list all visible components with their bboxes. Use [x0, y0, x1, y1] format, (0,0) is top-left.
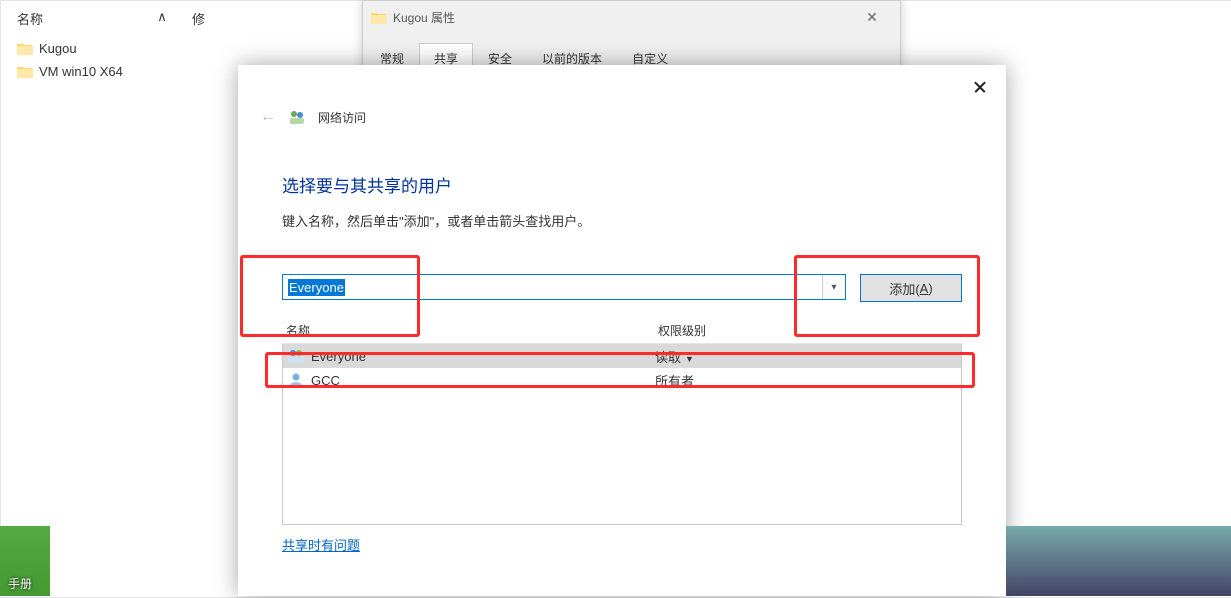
user-combobox[interactable]: Everyone ▾: [282, 274, 846, 300]
folder-name: VM win10 X64: [39, 64, 123, 79]
properties-dialog: Kugou 属性 ✕ 常规 共享 安全 以前的版本 自定义: [362, 0, 901, 75]
sharing-help-link[interactable]: 共享时有问题: [282, 535, 360, 554]
share-subtext: 键入名称，然后单击"添加"，或者单击箭头查找用户。: [282, 211, 962, 230]
user-input[interactable]: Everyone: [283, 275, 822, 299]
taskbar-item-label: 手册: [8, 575, 32, 592]
group-icon: [287, 348, 305, 364]
share-titlebar[interactable]: [238, 65, 1006, 100]
column-modified-header[interactable]: 修: [172, 9, 372, 28]
chevron-down-icon[interactable]: ▾: [822, 275, 845, 299]
folder-icon: [17, 42, 33, 55]
sort-chevron-icon[interactable]: ∧: [152, 9, 172, 28]
user-input-value: Everyone: [288, 279, 345, 296]
add-button-accesskey: A: [920, 281, 929, 296]
back-arrow-icon[interactable]: ←: [260, 108, 276, 126]
permissions-row-level: 所有者: [655, 371, 957, 390]
network-access-icon: [288, 108, 306, 126]
user-icon: [287, 372, 305, 388]
chevron-down-icon: ▼: [685, 354, 694, 364]
permissions-row-name: Everyone: [311, 349, 655, 364]
close-icon[interactable]: ✕: [852, 9, 892, 26]
folder-icon: [371, 11, 387, 24]
share-dialog: ← 网络访问 选择要与其共享的用户 键入名称，然后单击"添加"，或者单击箭头查找…: [238, 65, 1006, 596]
share-nav: ← 网络访问: [238, 100, 1006, 134]
properties-titlebar[interactable]: Kugou 属性 ✕: [363, 1, 900, 33]
share-heading: 选择要与其共享的用户: [282, 172, 962, 197]
add-button[interactable]: 添加(A): [860, 274, 962, 302]
folder-name: Kugou: [39, 41, 77, 56]
properties-title: Kugou 属性: [393, 9, 852, 26]
close-icon[interactable]: [970, 77, 990, 97]
permissions-col-name[interactable]: 名称: [282, 322, 658, 339]
desktop-photo-fragment: [1006, 526, 1231, 596]
taskbar-item[interactable]: 手册: [0, 526, 50, 596]
taskbar-fragment: 手册: [0, 526, 130, 596]
permissions-row-name: GCC: [311, 373, 655, 388]
permissions-header: 名称 权限级别: [282, 318, 962, 344]
folder-icon: [17, 65, 33, 78]
column-name-header[interactable]: 名称: [17, 9, 152, 28]
share-nav-label: 网络访问: [318, 109, 366, 126]
permissions-row[interactable]: GCC 所有者: [283, 368, 961, 392]
permissions-list: Everyone 读取▼ GCC 所有者: [282, 344, 962, 525]
add-button-label: 添加(: [889, 279, 919, 298]
permissions-row-level[interactable]: 读取▼: [655, 347, 957, 366]
permissions-row[interactable]: Everyone 读取▼: [283, 344, 961, 368]
permissions-col-level[interactable]: 权限级别: [658, 322, 962, 339]
add-button-suffix: ): [928, 281, 932, 296]
